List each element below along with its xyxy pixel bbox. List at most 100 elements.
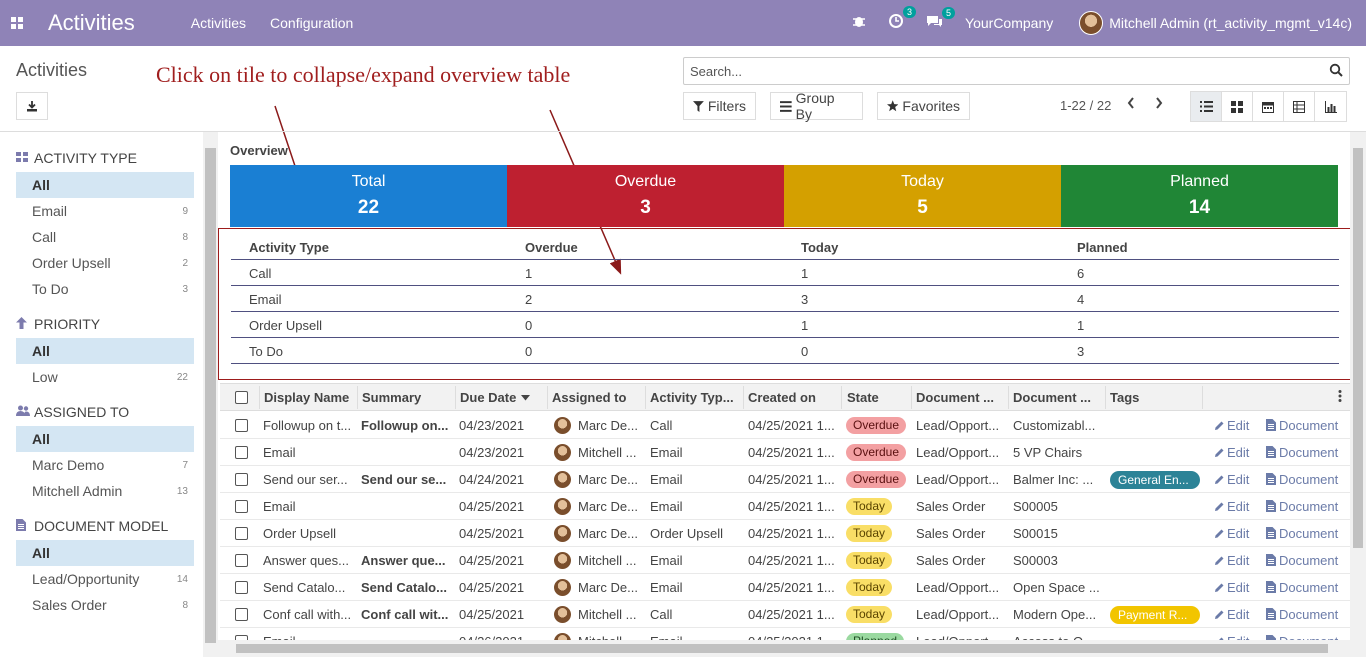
document-link[interactable]: Document [1266, 472, 1338, 487]
document-link[interactable]: Document [1266, 445, 1338, 460]
search-panel-sidebar: ACTIVITY TYPE All Email 9 Call 8 Order Ups… [0, 132, 203, 657]
filters-button[interactable]: Filters [683, 92, 756, 120]
edit-link[interactable]: Edit [1214, 553, 1249, 568]
cell-summary: Send our se... [361, 472, 447, 487]
list-header: Display Name Summary Due Date Assigned t… [220, 383, 1350, 411]
calendar-view-icon[interactable] [1253, 92, 1284, 121]
row-checkbox[interactable] [235, 527, 248, 540]
document-link[interactable]: Document [1266, 499, 1338, 514]
col-document-model[interactable]: Document ... [916, 390, 994, 405]
sidebar-item-lead-opportunity[interactable]: Lead/Opportunity 14 [16, 566, 194, 592]
optional-columns-icon[interactable] [1338, 389, 1342, 406]
horizontal-scrollbar[interactable] [218, 640, 1366, 657]
col-summary[interactable]: Summary [362, 390, 421, 405]
table-row[interactable]: Send Catalo... Send Catalo... 04/25/2021 Ma… [220, 574, 1350, 601]
document-link[interactable]: Document [1266, 418, 1338, 433]
edit-link[interactable]: Edit [1214, 472, 1249, 487]
document-link[interactable]: Document [1266, 553, 1338, 568]
sidebar-item-sales-order[interactable]: Sales Order 8 [16, 592, 194, 618]
sidebar-item-model-all[interactable]: All [16, 540, 194, 566]
cell-activity-type: Email [650, 553, 683, 568]
main-scrollbar[interactable] [1350, 132, 1366, 640]
sidebar-item-order-upsell[interactable]: Order Upsell 2 [16, 250, 194, 276]
edit-link[interactable]: Edit [1214, 418, 1249, 433]
col-due-date[interactable]: Due Date [460, 390, 516, 405]
th-large-icon [16, 151, 28, 165]
sidebar-item-activity-all[interactable]: All [16, 172, 194, 198]
tile-today[interactable]: Today 5 [784, 165, 1061, 227]
cell-due-date: 04/23/2021 [459, 418, 525, 433]
state-badge: Today [846, 552, 893, 569]
sidebar-item-marc-demo[interactable]: Marc Demo 7 [16, 452, 194, 478]
search-input[interactable] [690, 63, 1323, 79]
row-checkbox[interactable] [235, 473, 248, 486]
document-link[interactable]: Document [1266, 526, 1338, 541]
list-view-icon[interactable] [1191, 92, 1222, 121]
sidebar-item-low[interactable]: Low 22 [16, 364, 194, 390]
table-row[interactable]: Answer ques... Answer que... 04/25/2021 Mit… [220, 547, 1350, 574]
table-row[interactable]: Email 04/25/2021 Marc De... Email 04/25/2021… [220, 493, 1350, 520]
search-icon[interactable] [1323, 63, 1349, 80]
document-icon [1266, 608, 1276, 620]
sidebar-item-assigned-all[interactable]: All [16, 426, 194, 452]
edit-link[interactable]: Edit [1214, 445, 1249, 460]
state-badge: Today [846, 525, 893, 542]
sidebar-item-call[interactable]: Call 8 [16, 224, 194, 250]
table-row[interactable]: Send our ser... Send our se... 04/24/2021 M… [220, 466, 1350, 493]
col-assigned-to[interactable]: Assigned to [552, 390, 626, 405]
sidebar-item-priority-all[interactable]: All [16, 338, 194, 364]
file-icon [16, 518, 28, 534]
table-row[interactable]: Followup on t... Followup on... 04/23/2021… [220, 412, 1350, 439]
row-checkbox[interactable] [235, 554, 248, 567]
cell-assigned-to: Marc De... [578, 418, 638, 433]
document-link[interactable]: Document [1266, 580, 1338, 595]
kanban-view-icon[interactable] [1222, 92, 1253, 121]
edit-link[interactable]: Edit [1214, 526, 1249, 541]
graph-view-icon[interactable] [1315, 92, 1346, 121]
select-all-checkbox[interactable] [235, 391, 248, 404]
pager-next-icon[interactable] [1154, 96, 1164, 115]
table-row[interactable]: Conf call with... Conf call wit... 04/25/2… [220, 601, 1350, 628]
edit-link[interactable]: Edit [1214, 499, 1249, 514]
document-icon [1266, 527, 1276, 539]
document-icon [1266, 446, 1276, 458]
favorites-button[interactable]: Favorites [877, 92, 970, 120]
edit-link[interactable]: Edit [1214, 580, 1249, 595]
sidebar-item-mitchell-admin[interactable]: Mitchell Admin 13 [16, 478, 194, 504]
cell-created-on: 04/25/2021 1... [748, 499, 835, 514]
state-badge: Today [846, 606, 893, 623]
pencil-icon [1215, 421, 1224, 430]
col-display-name[interactable]: Display Name [264, 390, 349, 405]
sidebar-item-to-do[interactable]: To Do 3 [16, 276, 194, 302]
row-checkbox[interactable] [235, 446, 248, 459]
cell-assigned-to: Mitchell ... [578, 607, 637, 622]
sidebar-item-email[interactable]: Email 9 [16, 198, 194, 224]
row-checkbox[interactable] [235, 419, 248, 432]
edit-link[interactable]: Edit [1214, 607, 1249, 622]
pivot-view-icon[interactable] [1284, 92, 1315, 121]
state-badge: Overdue [846, 471, 907, 488]
col-tags[interactable]: Tags [1110, 390, 1139, 405]
cell-due-date: 04/25/2021 [459, 526, 525, 541]
sidebar-scrollbar[interactable] [203, 132, 218, 657]
col-state[interactable]: State [847, 390, 879, 405]
tile-total[interactable]: Total 22 [230, 165, 507, 227]
cell-display-name: Answer ques... [263, 553, 349, 568]
pager-value[interactable]: 1-22 / 22 [1060, 98, 1111, 113]
document-icon [1266, 554, 1276, 566]
col-activity-type[interactable]: Activity Typ... [650, 390, 734, 405]
document-link[interactable]: Document [1266, 607, 1338, 622]
pager-previous-icon[interactable] [1126, 96, 1136, 115]
table-row[interactable]: Email 04/23/2021 Mitchell ... Email 04/25/20… [220, 439, 1350, 466]
table-row[interactable]: Order Upsell 04/25/2021 Marc De... Order Up… [220, 520, 1350, 547]
group-by-button[interactable]: Group By [770, 90, 863, 122]
row-checkbox[interactable] [235, 581, 248, 594]
cell-created-on: 04/25/2021 1... [748, 526, 835, 541]
col-created-on[interactable]: Created on [748, 390, 816, 405]
search-bar[interactable] [683, 57, 1350, 85]
row-checkbox[interactable] [235, 500, 248, 513]
tile-overdue[interactable]: Overdue 3 [507, 165, 784, 227]
col-document-name[interactable]: Document ... [1013, 390, 1091, 405]
tile-planned[interactable]: Planned 14 [1061, 165, 1338, 227]
row-checkbox[interactable] [235, 608, 248, 621]
